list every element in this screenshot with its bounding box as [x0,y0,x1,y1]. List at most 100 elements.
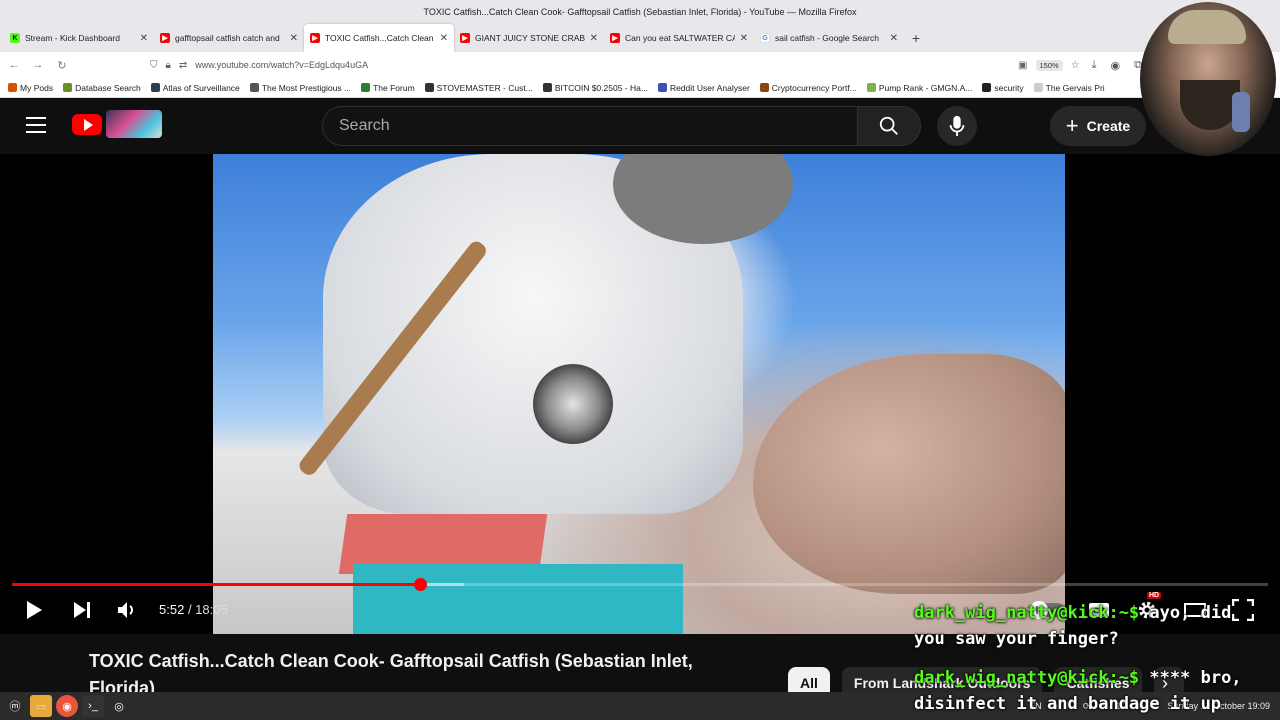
url-text[interactable]: www.youtube.com/watch?v=EdgLdqu4uGA [195,60,368,70]
chat-message: dark_wig_natty@kick:~$ ayo, did you saw … [914,600,1269,652]
account-icon[interactable]: ◉ [1111,59,1121,72]
tab-title: Can you eat SALTWATER CA [625,33,735,43]
close-tab-icon[interactable]: ✕ [140,33,148,44]
close-tab-icon[interactable]: ✕ [890,33,898,44]
reddit-icon [657,83,667,92]
close-tab-icon[interactable]: ✕ [740,33,748,44]
chat-username: dark_wig_natty@kick:~$ [914,603,1140,623]
video-player[interactable]: dark_wig_natty@kick:~$ ayo, did you saw … [0,154,1280,714]
lock-icon[interactable]: 🔒︎ [166,60,171,71]
bookmark-label: The Most Prestigious ... [261,82,352,93]
tab-title: gafftopsail catfish catch and [175,33,280,43]
search-input[interactable] [339,117,857,135]
crypto-icon [759,83,769,92]
search-bar [322,106,922,146]
youtube-logo[interactable] [72,114,102,135]
tab-gafftopsail-search[interactable]: ▶ gafftopsail catfish catch and ✕ [154,24,304,52]
bookmark-item[interactable]: My Pods [8,83,53,93]
create-label: Create [1086,118,1131,134]
bookmark-item[interactable]: STOVEMASTER - Cust... [424,83,533,93]
progress-bar[interactable] [12,578,1268,591]
bookmark-item[interactable]: BITCOIN $0.2505 - Ha... [542,83,648,93]
folder-icon[interactable]: ▭ [30,695,52,717]
microphone-icon [949,115,965,137]
tab-title: sail catfish - Google Search [775,33,879,43]
website-icon [1033,83,1043,92]
bookmarks-toolbar: My Pods Database Search Atlas of Surveil… [0,78,1280,98]
tab-title: GIANT JUICY STONE CRAB | [475,33,585,43]
video-arm [753,354,1065,594]
bookmark-item[interactable]: The Forum [361,83,415,93]
tab-title: TOXIC Catfish...Catch Clean [325,33,434,43]
voice-search-button[interactable] [937,106,977,146]
chat-overlay: dark_wig_natty@kick:~$ ayo, did you saw … [914,600,1269,720]
current-time: 5:52 [159,602,185,617]
bookmark-item[interactable]: Cryptocurrency Portf... [759,82,857,93]
window-titlebar: TOXIC Catfish...Catch Clean Cook- Gaffto… [0,0,1280,24]
video-frame[interactable] [213,154,1065,634]
terminal-icon[interactable]: ›_ [82,695,104,717]
play-button[interactable] [22,598,46,622]
reader-view-icon[interactable]: ▣ [1018,60,1027,71]
next-button[interactable] [70,598,94,622]
youtube-favicon-icon: ▶ [160,33,170,43]
volume-button[interactable] [114,598,138,622]
obs-icon[interactable]: ◎ [108,695,130,717]
close-tab-icon[interactable]: ✕ [290,33,298,44]
google-favicon-icon: G [760,33,770,43]
bookmark-star-icon[interactable]: ☆ [1071,60,1080,71]
reload-icon[interactable]: ↻ [56,59,68,72]
close-tab-icon[interactable]: ✕ [440,33,448,44]
bookmark-item[interactable]: security [982,83,1024,93]
zoom-level-badge[interactable]: 150% [1035,59,1063,71]
tab-toxic-catfish[interactable]: ▶ TOXIC Catfish...Catch Clean ✕ [304,24,454,52]
podcast-icon [8,83,17,92]
back-arrow-icon[interactable]: ← [8,59,20,71]
menu-icon[interactable] [26,117,46,133]
bookmark-item[interactable]: Pump Rank - GMGN.A... [866,82,973,93]
bookmark-item[interactable]: The Gervais Pri [1033,83,1105,93]
search-button[interactable] [857,106,921,146]
bookmark-label: Reddit User Analyser [669,82,750,93]
permissions-icon[interactable]: ⇄ [179,60,187,71]
webcam-overlay [1140,2,1276,156]
bookmark-label: Pump Rank - GMGN.A... [878,82,973,93]
website-icon [249,83,259,92]
create-button[interactable]: + Create [1050,106,1146,146]
firefox-icon[interactable]: ◉ [56,695,78,717]
tab-saltwater-catfish[interactable]: ▶ Can you eat SALTWATER CA ✕ [604,24,754,52]
atlas-icon [150,83,160,92]
shield-icon[interactable]: ⛉ [150,60,158,71]
security-icon [982,83,992,92]
tab-stone-crab[interactable]: ▶ GIANT JUICY STONE CRAB | ✕ [454,24,604,52]
search-field-container[interactable] [322,106,857,146]
url-bar[interactable]: ⛉ 🔒︎ ⇄ www.youtube.com/watch?v=EdgLdqu4u… [80,55,1080,75]
bookmark-item[interactable]: The Most Prestigious ... [249,82,352,93]
bookmark-item[interactable]: Atlas of Surveillance [150,83,240,93]
tab-google-search[interactable]: G sail catfish - Google Search ✕ [754,24,904,52]
video-reel [533,364,613,444]
close-tab-icon[interactable]: ✕ [590,33,598,44]
youtube-favicon-icon: ▶ [610,33,620,43]
tab-title: Stream - Kick Dashboard [25,33,120,43]
next-icon [74,602,90,618]
forward-arrow-icon[interactable]: → [32,59,44,71]
bookmark-item[interactable]: Reddit User Analyser [657,82,750,93]
window-title: TOXIC Catfish...Catch Clean Cook- Gaffto… [423,7,857,17]
chat-message: dark_wig_natty@kick:~$ **** bro, disinfe… [914,665,1269,717]
hd-badge: HD [1147,592,1162,599]
stove-icon [424,83,434,92]
play-icon [27,601,42,619]
downloads-icon[interactable]: ⤓ [1092,59,1097,72]
youtube-doodle-logo[interactable] [106,110,162,138]
bookmark-label: My Pods [20,82,54,93]
plus-icon: + [1065,113,1079,138]
database-icon [63,83,73,92]
start-menu-icon[interactable]: ⓜ [4,695,26,717]
new-tab-button[interactable]: + [904,24,928,52]
bookmark-item[interactable]: Database Search [63,83,141,93]
bookmark-label: Cryptocurrency Portf... [771,82,857,93]
tab-kick-dashboard[interactable]: K Stream - Kick Dashboard ✕ [4,24,154,52]
bitcoin-icon [542,83,552,92]
youtube-header: + Create [0,98,1280,154]
